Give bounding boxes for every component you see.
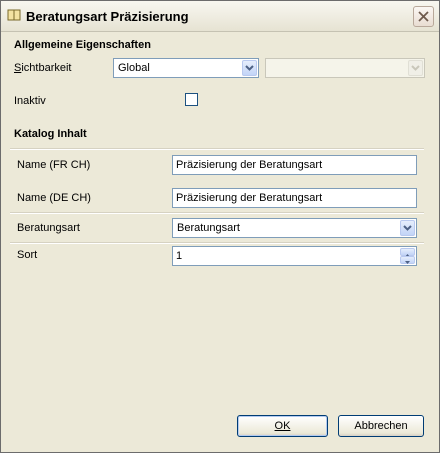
name-fr-value: Präzisierung der Beratungsart: [176, 159, 323, 171]
name-fr-label: Name (FR CH): [17, 159, 91, 171]
beratungsart-select[interactable]: Beratungsart: [172, 218, 417, 238]
sort-spinner[interactable]: [400, 248, 415, 264]
caret-down-icon: [405, 261, 410, 264]
secondary-dropdown-arrow: [408, 60, 423, 76]
beratungsart-label: Beratungsart: [17, 222, 80, 234]
chevron-down-icon: [411, 65, 420, 71]
beratungsart-dropdown-arrow[interactable]: [400, 220, 415, 236]
visibility-dropdown-arrow[interactable]: [242, 60, 257, 76]
title-bar[interactable]: Beratungsart Präzisierung: [1, 1, 439, 32]
close-button[interactable]: [413, 6, 434, 27]
name-de-field[interactable]: Präzisierung der Beratungsart: [172, 188, 417, 208]
inactive-checkbox[interactable]: [185, 93, 198, 106]
window-title: Beratungsart Präzisierung: [26, 9, 189, 24]
beratungsart-value: Beratungsart: [177, 222, 240, 234]
name-de-value: Präzisierung der Beratungsart: [176, 192, 323, 204]
inactive-label: Inaktiv: [14, 95, 46, 107]
visibility-value: Global: [118, 62, 150, 74]
separator: [10, 212, 424, 214]
ok-button[interactable]: OK: [237, 415, 328, 437]
visibility-secondary-select: [265, 58, 425, 78]
name-fr-field[interactable]: Präzisierung der Beratungsart: [172, 155, 417, 175]
spin-down-button[interactable]: [400, 256, 415, 264]
catalog-heading: Katalog Inhalt: [14, 128, 87, 140]
dialog-window: Beratungsart Präzisierung Allgemeine Eig…: [0, 0, 440, 453]
separator: [10, 148, 424, 150]
chevron-down-icon: [403, 225, 412, 231]
ok-button-label: OK: [274, 420, 291, 432]
close-icon: [418, 11, 429, 22]
visibility-select[interactable]: Global: [113, 58, 259, 78]
sort-stepper[interactable]: 1: [172, 246, 417, 266]
name-de-label: Name (DE CH): [17, 192, 91, 204]
spin-up-button[interactable]: [400, 248, 415, 257]
sort-label: Sort: [17, 249, 38, 261]
visibility-label: Sichtbarkeit: [14, 62, 72, 74]
separator: [10, 242, 424, 244]
cancel-button[interactable]: Abbrechen: [338, 415, 424, 437]
general-heading: Allgemeine Eigenschaften: [14, 39, 151, 51]
window-book-icon: [7, 8, 21, 22]
cancel-button-label: Abbrechen: [354, 420, 408, 432]
visibility-label-rest: ichtbarkeit: [21, 62, 72, 74]
sort-value: 1: [176, 250, 183, 262]
chevron-down-icon: [245, 65, 254, 71]
